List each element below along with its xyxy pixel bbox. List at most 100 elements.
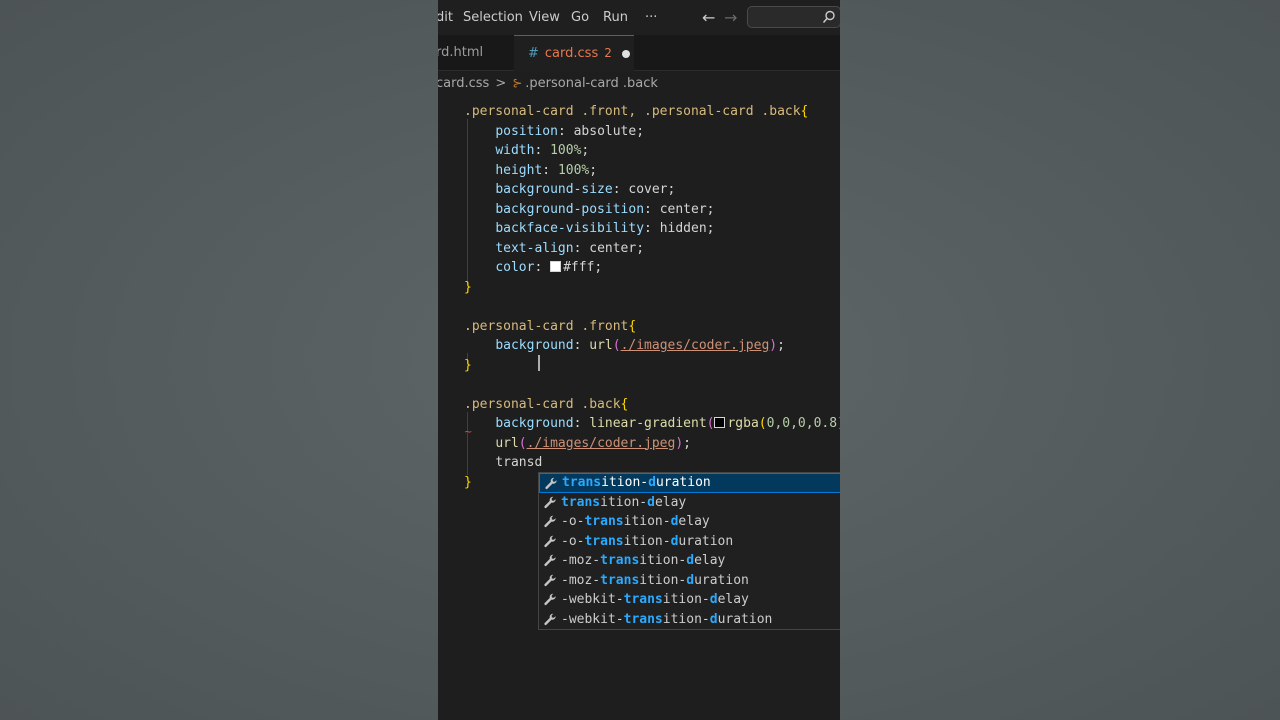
suggestion-label: -webkit-transition-delay bbox=[561, 592, 749, 607]
more-menu-button[interactable]: ··· bbox=[645, 10, 657, 25]
suggestion-label: transition-duration bbox=[562, 475, 711, 490]
menu-selection[interactable]: Selection bbox=[463, 10, 523, 25]
css-selector: .personal-card .front, .personal-card .b… bbox=[464, 104, 801, 119]
menu-run[interactable]: Run bbox=[603, 10, 628, 25]
css-property: background-size bbox=[495, 182, 613, 197]
code-line: background-position: center; bbox=[495, 201, 715, 217]
code-line: .personal-card .back{ bbox=[464, 395, 628, 415]
css-property: background bbox=[495, 416, 574, 431]
css-value: 100% bbox=[557, 162, 590, 178]
suggestion-item[interactable]: transition-duration bbox=[539, 473, 840, 493]
code-line: text-align: center; bbox=[495, 240, 645, 256]
text-cursor bbox=[538, 355, 540, 371]
tab-card-html[interactable]: rd.html bbox=[438, 35, 511, 71]
back-arrow-icon[interactable]: ← bbox=[702, 8, 715, 27]
command-center-search[interactable] bbox=[747, 6, 840, 28]
suggestion-item[interactable]: -webkit-transition-duration bbox=[539, 610, 840, 630]
css-property: text-align bbox=[495, 240, 574, 256]
code-line: color: #fff; bbox=[495, 260, 603, 275]
brace: } bbox=[464, 474, 472, 490]
breadcrumb-symbol[interactable]: .personal-card .back bbox=[525, 76, 658, 91]
suggestion-item[interactable]: -moz-transition-duration bbox=[539, 571, 840, 591]
code-line: } bbox=[464, 473, 472, 493]
suggestion-label: -webkit-transition-duration bbox=[561, 611, 773, 627]
css-url-link[interactable]: ./images/coder.jpeg bbox=[621, 338, 770, 353]
css-function: rgba bbox=[727, 416, 759, 431]
code-line: width: 100%; bbox=[495, 143, 590, 158]
tab-card-css[interactable]: # card.css 2 bbox=[514, 35, 634, 71]
tab-label: card.css bbox=[544, 46, 599, 61]
css-value: 100% bbox=[550, 143, 582, 158]
suggestion-item[interactable]: -o-transition-delay bbox=[539, 512, 840, 532]
css-value: cover bbox=[628, 182, 668, 197]
brace: { bbox=[800, 104, 809, 119]
breadcrumb-file[interactable]: card.css bbox=[438, 76, 489, 91]
code-line: transd bbox=[464, 453, 542, 473]
breadcrumb-separator: > bbox=[495, 76, 507, 91]
css-property: width bbox=[495, 143, 535, 158]
search-icon bbox=[822, 10, 835, 23]
vscode-window: dit Selection View Go Run ··· ← → rd.htm… bbox=[438, 0, 840, 720]
code-line: position: absolute; bbox=[495, 123, 645, 139]
typed-text: transd bbox=[495, 455, 543, 470]
wrench-icon bbox=[543, 613, 557, 634]
menu-go[interactable]: Go bbox=[571, 10, 589, 25]
menu-view[interactable]: View bbox=[529, 10, 560, 25]
suggestion-label: transition-delay bbox=[561, 494, 687, 510]
suggestion-item[interactable]: -o-transition-duration bbox=[539, 532, 840, 552]
css-property: background-position bbox=[495, 201, 645, 217]
css-function: linear-gradient bbox=[589, 416, 707, 431]
css-selector: .personal-card .front bbox=[464, 318, 629, 334]
code-line: } bbox=[464, 356, 472, 376]
color-swatch[interactable] bbox=[714, 417, 726, 428]
css-property: backface-visibility bbox=[495, 221, 645, 236]
css-file-icon: # bbox=[528, 46, 539, 61]
code-line: } bbox=[464, 278, 472, 298]
css-property: height bbox=[495, 162, 543, 178]
css-selector-icon: ⊱ bbox=[512, 76, 523, 90]
unsaved-dot-icon[interactable] bbox=[621, 49, 630, 58]
code-line: .personal-card .front, .personal-card .b… bbox=[464, 102, 808, 122]
css-property: color bbox=[495, 260, 535, 275]
error-squiggle: ~ bbox=[464, 427, 473, 438]
css-function: url bbox=[589, 338, 613, 353]
breadcrumb: card.css > ⊱ .personal-card .back bbox=[438, 72, 840, 94]
editor-tabs: rd.html # card.css 2 bbox=[438, 35, 840, 71]
code-line: background-size: cover; bbox=[495, 182, 676, 197]
css-url-link[interactable]: ./images/coder.jpeg bbox=[527, 436, 676, 451]
code-line: .personal-card .front{ bbox=[464, 317, 636, 337]
css-function: url bbox=[495, 435, 519, 451]
menu-edit[interactable]: dit bbox=[438, 10, 453, 25]
suggestion-label: -moz-transition-delay bbox=[561, 553, 726, 568]
color-swatch[interactable] bbox=[550, 261, 562, 272]
problem-count-badge: 2 bbox=[604, 46, 612, 60]
suggestion-label: -o-transition-delay bbox=[561, 514, 710, 529]
css-value: 0,0,0,0.8 bbox=[766, 416, 838, 431]
menu-bar: dit Selection View Go Run ··· ← → bbox=[438, 0, 840, 35]
suggest-widget: transition-duration transition-delay -o-tr… bbox=[538, 472, 840, 630]
brace: { bbox=[620, 396, 629, 412]
brace: } bbox=[464, 279, 472, 295]
suggestion-item[interactable]: -moz-transition-delay bbox=[539, 551, 840, 571]
css-value: #fff bbox=[563, 260, 595, 275]
code-line: height: 100%; bbox=[495, 162, 598, 178]
tab-label: rd.html bbox=[438, 45, 484, 60]
css-value: center bbox=[659, 201, 707, 217]
css-value: absolute bbox=[573, 123, 637, 139]
code-line: background: linear-gradient(rgba(0,0,0,0… bbox=[495, 416, 840, 431]
css-selector: .personal-card .back bbox=[464, 396, 621, 412]
code-line: background: url(./images/coder.jpeg); bbox=[495, 338, 785, 353]
css-property: position bbox=[495, 123, 558, 139]
suggestion-item[interactable]: transition-delay bbox=[539, 493, 840, 513]
css-property: background bbox=[495, 338, 574, 353]
css-value: hidden bbox=[659, 221, 707, 236]
suggestion-label: -o-transition-duration bbox=[561, 533, 734, 549]
brace: { bbox=[628, 318, 637, 334]
suggestion-label: -moz-transition-duration bbox=[561, 572, 749, 588]
brace: } bbox=[464, 357, 472, 373]
suggestion-item[interactable]: -webkit-transition-delay bbox=[539, 590, 840, 610]
css-value: center bbox=[589, 240, 637, 256]
code-line: url(./images/coder.jpeg); bbox=[495, 435, 691, 451]
forward-arrow-icon[interactable]: → bbox=[724, 8, 737, 27]
code-line: backface-visibility: hidden; bbox=[495, 221, 715, 236]
